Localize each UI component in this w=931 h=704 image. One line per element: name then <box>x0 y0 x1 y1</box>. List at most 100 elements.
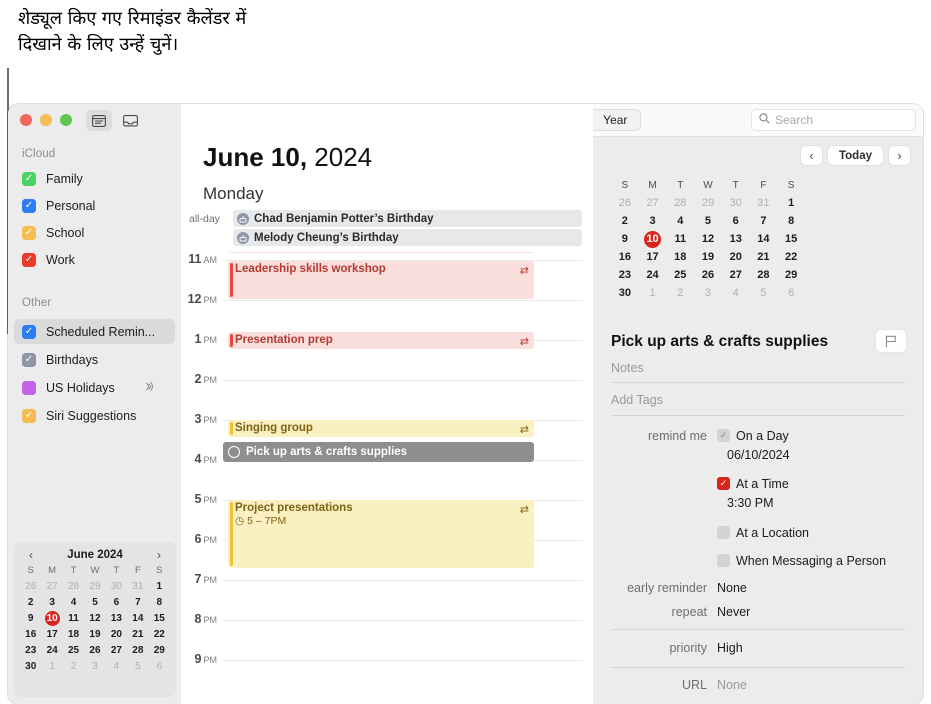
calendar-day[interactable]: 13 <box>106 611 127 626</box>
hour-grid[interactable]: 11 AM 12 PM 1 PM 2 PM 3 PM 4 PM 5 PM 6 PM 7 PM 8P… <box>181 252 593 704</box>
calendar-day[interactable]: 12 <box>694 231 722 248</box>
calendar-day[interactable]: 26 <box>611 195 639 212</box>
calendar-day[interactable]: 14 <box>750 231 778 248</box>
checkbox-personal[interactable]: ✓ <box>22 198 36 213</box>
calendar-day[interactable]: 20 <box>722 249 750 266</box>
calendar-day[interactable]: 29 <box>694 195 722 212</box>
calendar-day[interactable]: 1 <box>41 659 62 674</box>
calendar-day[interactable]: 16 <box>20 627 41 642</box>
on-a-day-value[interactable]: 06/10/2024 <box>727 448 790 462</box>
event-portfolio-work-session[interactable]: Portfolio work session ⇄ <box>228 252 534 253</box>
event-presentation-prep[interactable]: Presentation prep ⇄ <box>228 332 534 349</box>
calendar-day[interactable]: 25 <box>63 643 84 658</box>
url-value[interactable]: None <box>717 678 747 692</box>
event-leadership-skills-workshop[interactable]: Leadership skills workshop ⇄ <box>228 261 534 299</box>
checkbox-on-a-day[interactable]: ✓ <box>717 429 730 442</box>
calendar-day[interactable]: 26 <box>694 267 722 284</box>
reminder-pick-up-arts-crafts-supplies[interactable]: Pick up arts & crafts supplies <box>223 442 534 462</box>
calendar-day[interactable]: 28 <box>750 267 778 284</box>
calendar-day[interactable]: 19 <box>84 627 105 642</box>
calendar-day[interactable]: 25 <box>666 267 694 284</box>
calendar-day[interactable]: 29 <box>84 579 105 594</box>
calendar-day[interactable]: 3 <box>41 595 62 610</box>
calendar-day[interactable]: 9 <box>20 611 41 626</box>
close-button[interactable] <box>20 114 32 126</box>
calendar-day[interactable]: 6 <box>722 213 750 230</box>
maximize-button[interactable] <box>60 114 72 126</box>
remind-me-at-a-location-row[interactable]: At a Location <box>593 526 923 540</box>
calendar-day[interactable]: 16 <box>611 249 639 266</box>
checkbox-at-a-location[interactable] <box>717 526 730 539</box>
calendar-day[interactable]: 28 <box>63 579 84 594</box>
calendar-day[interactable]: 30 <box>611 285 639 302</box>
calendar-day[interactable]: 7 <box>127 595 148 610</box>
calendar-day[interactable]: 8 <box>149 595 170 610</box>
calendar-day[interactable]: 2 <box>20 595 41 610</box>
calendar-day[interactable]: 2 <box>611 213 639 230</box>
checkbox-when-messaging[interactable] <box>717 554 730 567</box>
calendar-day[interactable]: 26 <box>20 579 41 594</box>
tab-year[interactable]: Year <box>590 110 640 130</box>
calendar-day[interactable]: 3 <box>639 213 667 230</box>
calendar-day[interactable]: 5 <box>127 659 148 674</box>
calendar-day[interactable]: 28 <box>127 643 148 658</box>
all-day-event[interactable]: Chad Benjamin Potter’s Birthday <box>233 210 582 227</box>
calendar-day[interactable]: 15 <box>149 611 170 626</box>
checkbox-school[interactable]: ✓ <box>22 225 36 240</box>
calendar-day[interactable]: 3 <box>694 285 722 302</box>
checkbox-birthdays[interactable]: ✓ <box>22 352 36 367</box>
calendar-day[interactable]: 27 <box>722 267 750 284</box>
checkbox-siri-suggestions[interactable]: ✓ <box>22 408 36 423</box>
calendar-day[interactable]: 30 <box>106 579 127 594</box>
calendar-day[interactable]: 23 <box>611 267 639 284</box>
priority-value[interactable]: High <box>717 641 743 655</box>
calendar-day[interactable]: 6 <box>777 285 805 302</box>
today-button[interactable]: Today <box>826 145 884 166</box>
sidebar-item-birthdays[interactable]: ✓ Birthdays <box>14 347 175 372</box>
calendar-day[interactable]: 6 <box>106 595 127 610</box>
calendar-day[interactable]: 18 <box>63 627 84 642</box>
remind-me-at-a-time-row[interactable]: ✓ At a Time <box>593 477 923 491</box>
calendar-day[interactable]: 29 <box>149 643 170 658</box>
checkbox-work[interactable]: ✓ <box>22 252 36 267</box>
panel-mini-calendar-grid[interactable]: S M T W T F S 26 27 28 29 30 31 1 2 3 4 5 6 7 8 9 10 11 12 13 14 15… <box>611 179 805 302</box>
sidebar-item-us-holidays[interactable]: US Holidays <box>14 375 175 400</box>
calendar-day[interactable]: 30 <box>722 195 750 212</box>
calendar-day[interactable]: 12 <box>84 611 105 626</box>
calendar-day[interactable]: 15 <box>777 231 805 248</box>
calendar-day[interactable]: 8 <box>777 213 805 230</box>
calendar-day[interactable]: 2 <box>666 285 694 302</box>
event-project-presentations[interactable]: Project presentations ◷ 5 – 7PM ⇄ <box>228 500 534 568</box>
early-reminder-row[interactable]: early reminder None <box>593 581 923 595</box>
calendar-day[interactable]: 18 <box>666 249 694 266</box>
calendar-day[interactable]: 22 <box>149 627 170 642</box>
calendar-day[interactable]: 2 <box>63 659 84 674</box>
sidebar-item-work[interactable]: ✓ Work <box>14 247 175 272</box>
calendar-day[interactable]: 4 <box>722 285 750 302</box>
calendar-day[interactable]: 7 <box>750 213 778 230</box>
remind-me-when-messaging-row[interactable]: When Messaging a Person <box>593 554 923 568</box>
url-row[interactable]: URL None <box>593 678 923 692</box>
sidebar-item-family[interactable]: ✓ Family <box>14 166 175 191</box>
inbox-icon[interactable] <box>117 110 143 131</box>
mini-prev-month-button[interactable]: ‹ <box>24 548 38 562</box>
calendar-day[interactable]: 5 <box>750 285 778 302</box>
calendar-day[interactable]: 5 <box>84 595 105 610</box>
search-input[interactable]: Search <box>751 109 916 131</box>
next-day-button[interactable]: › <box>888 145 911 166</box>
calendar-day[interactable]: 22 <box>777 249 805 266</box>
calendar-day[interactable]: 3 <box>84 659 105 674</box>
mini-next-month-button[interactable]: › <box>152 548 166 562</box>
calendar-view-icon[interactable] <box>86 110 112 131</box>
minimize-button[interactable] <box>40 114 52 126</box>
remind-me-on-a-day-row[interactable]: remind me ✓ On a Day <box>593 429 923 443</box>
repeat-row[interactable]: repeat Never <box>593 605 923 619</box>
calendar-day[interactable]: 31 <box>127 579 148 594</box>
calendar-day[interactable]: 4 <box>63 595 84 610</box>
priority-row[interactable]: priority High <box>593 641 923 655</box>
calendar-day[interactable]: 30 <box>20 659 41 674</box>
calendar-day[interactable]: 27 <box>106 643 127 658</box>
previous-day-button[interactable]: ‹ <box>799 145 823 166</box>
calendar-day-today[interactable]: 10 <box>639 231 667 248</box>
calendar-day[interactable]: 1 <box>149 579 170 594</box>
